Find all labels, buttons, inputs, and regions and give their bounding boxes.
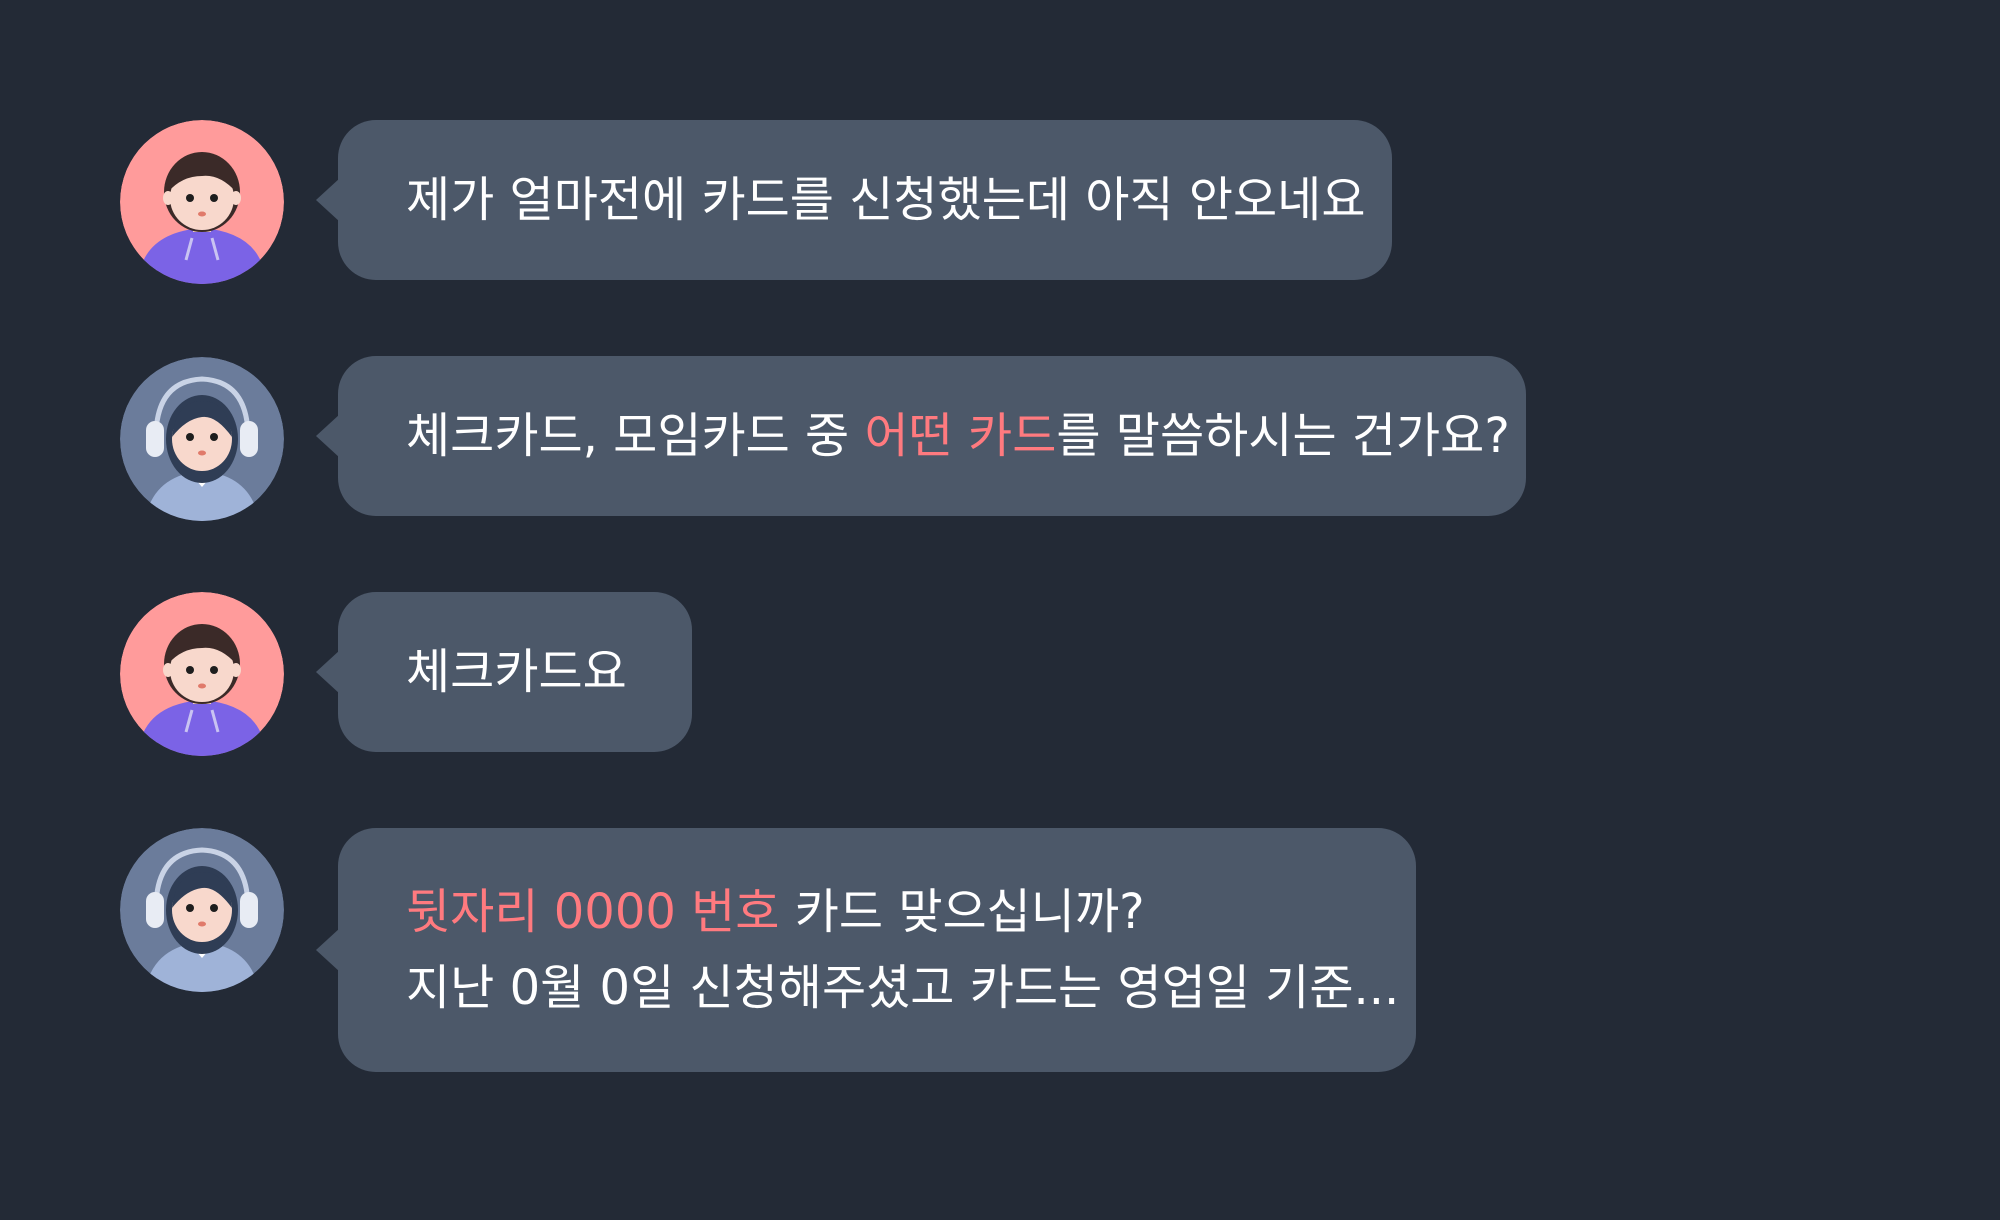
message-line: 체크카드요 [406, 634, 627, 710]
highlighted-text: 뒷자리 0000 번호 [406, 884, 780, 940]
message-line: 뒷자리 0000 번호 카드 맞으십니까? [406, 874, 1348, 950]
agent-headset-avatar-icon [120, 357, 284, 521]
message-text: 제가 얼마전에 카드를 신청했는데 아직 안오네요 [406, 172, 1366, 228]
message-line: 체크카드, 모임카드 중 어떤 카드를 말씀하시는 건가요? [406, 398, 1510, 474]
highlighted-text: 어떤 카드 [864, 408, 1057, 464]
message-line: 지난 0월 0일 신청해주셨고 카드는 영업일 기준... [406, 950, 1399, 1026]
agent-headset-avatar-icon [120, 828, 284, 992]
message-line: 제가 얼마전에 카드를 신청했는데 아직 안오네요 [406, 162, 1366, 238]
message-bubble-agent: 체크카드, 모임카드 중 어떤 카드를 말씀하시는 건가요? [316, 356, 1526, 516]
message-text: 카드 맞으십니까? [779, 884, 1145, 940]
chat-conversation: 제가 얼마전에 카드를 신청했는데 아직 안오네요 체크카드, 모임카드 중 어… [0, 0, 2000, 1220]
customer-avatar-icon [120, 120, 284, 284]
customer-avatar-icon [120, 592, 284, 756]
message-text: 체크카드, 모임카드 중 [406, 408, 865, 464]
message-bubble-customer: 체크카드요 [316, 592, 692, 752]
message-text: 지난 0월 0일 신청해주셨고 카드는 영업일 기준... [406, 960, 1400, 1016]
message-text: 를 말씀하시는 건가요? [1056, 408, 1510, 464]
message-bubble-agent: 뒷자리 0000 번호 카드 맞으십니까? 지난 0월 0일 신청해주셨고 카드… [316, 828, 1416, 1072]
message-text: 체크카드요 [406, 644, 627, 700]
message-bubble-customer: 제가 얼마전에 카드를 신청했는데 아직 안오네요 [316, 120, 1392, 280]
